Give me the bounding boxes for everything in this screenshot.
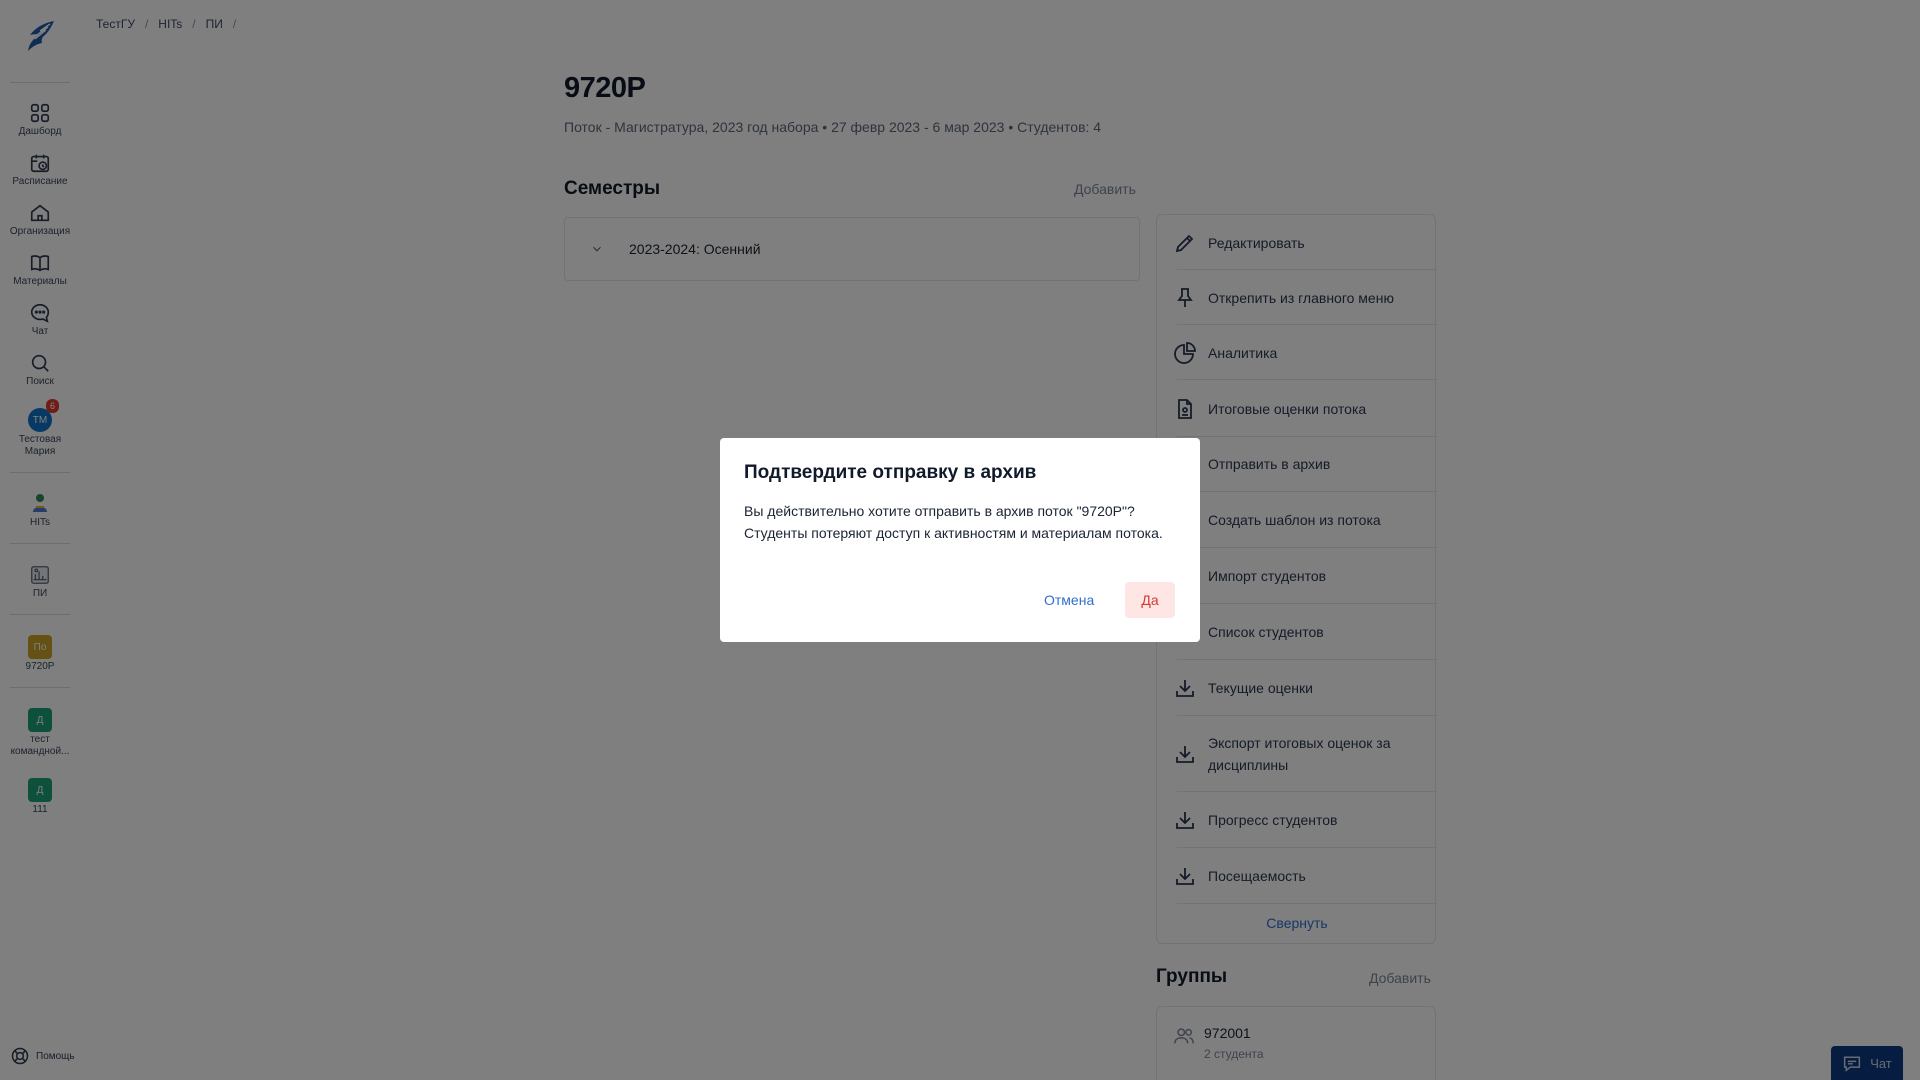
confirm-button[interactable]: Да [1125, 582, 1175, 618]
dialog-message: Вы действительно хотите отправить в архи… [744, 503, 1163, 541]
cancel-button[interactable]: Отмена [1034, 583, 1104, 617]
dialog-title: Подтвердите отправку в архив [744, 462, 1037, 483]
